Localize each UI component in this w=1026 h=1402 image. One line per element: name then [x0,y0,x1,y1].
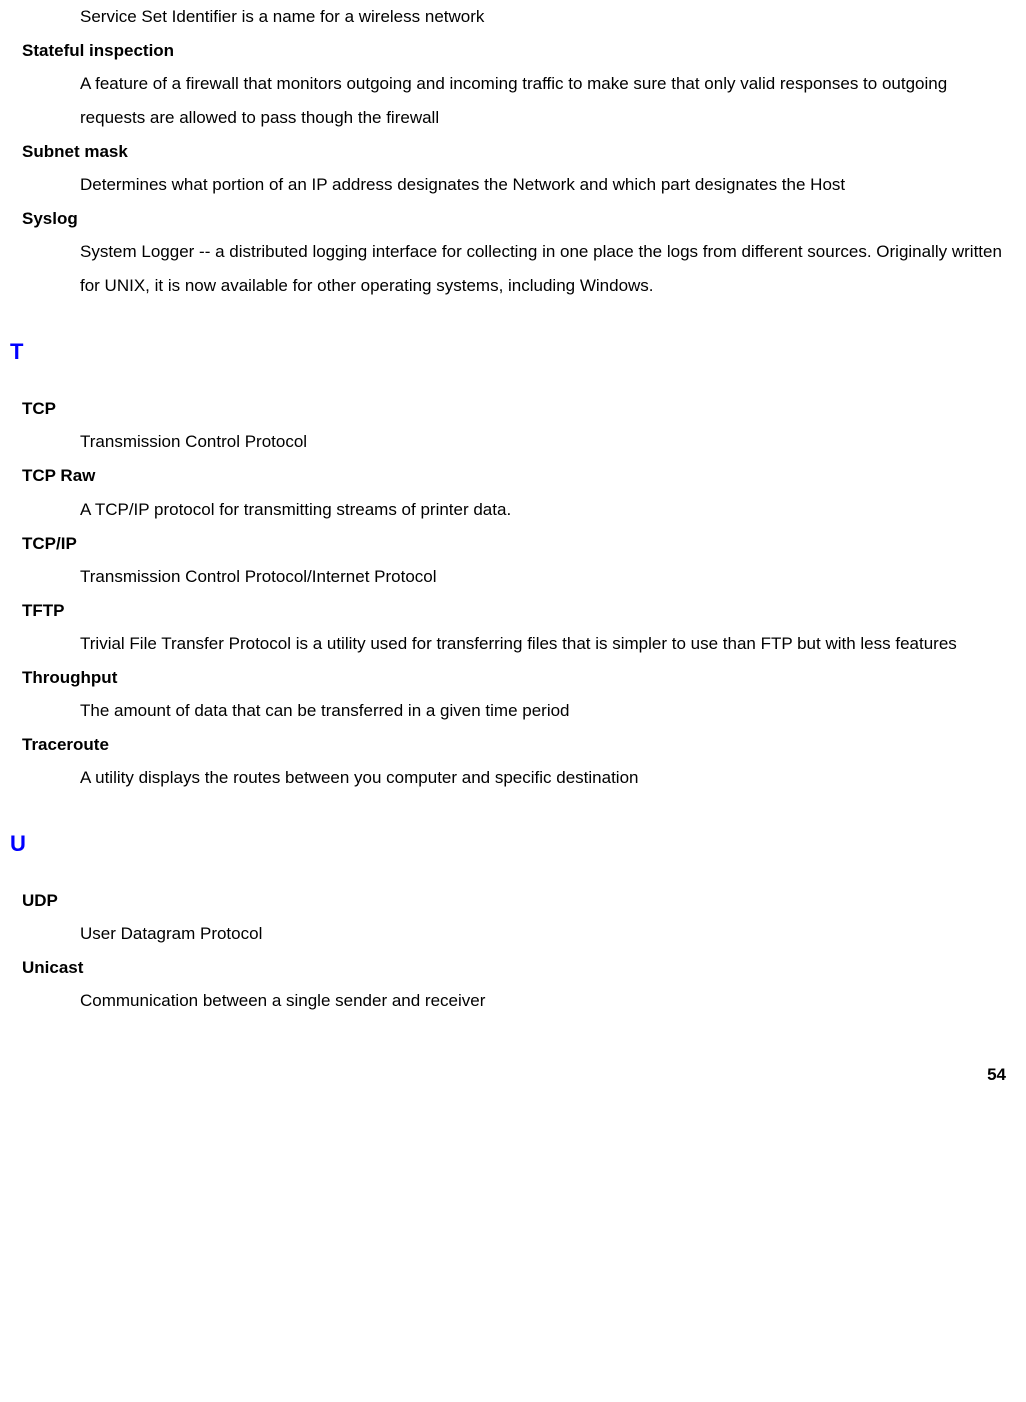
glossary-term: TCP [22,392,1008,425]
glossary-term: TFTP [22,594,1008,627]
glossary-definition: Communication between a single sender an… [80,984,1008,1018]
glossary-term: UDP [22,884,1008,917]
glossary-term: Syslog [22,202,1008,235]
glossary-definition: Trivial File Transfer Protocol is a util… [80,627,1008,661]
glossary-term: TCP/IP [22,527,1008,560]
glossary-definition: System Logger -- a distributed logging i… [80,235,1008,303]
glossary-definition: A feature of a firewall that monitors ou… [80,67,1008,135]
glossary-definition: A utility displays the routes between yo… [80,761,1008,795]
glossary-definition: Transmission Control Protocol/Internet P… [80,560,1008,594]
glossary-definition: Transmission Control Protocol [80,425,1008,459]
glossary-definition: Determines what portion of an IP address… [80,168,1008,202]
glossary-term: Unicast [22,951,1008,984]
glossary-definition: Service Set Identifier is a name for a w… [80,0,1008,34]
glossary-definition: User Datagram Protocol [80,917,1008,951]
glossary-definition: A TCP/IP protocol for transmitting strea… [80,493,1008,527]
section-heading-u: U [10,823,1008,866]
page-number: 54 [10,1058,1008,1091]
glossary-term: Throughput [22,661,1008,694]
glossary-term: Stateful inspection [22,34,1008,67]
glossary-definition: The amount of data that can be transferr… [80,694,1008,728]
glossary-term: Subnet mask [22,135,1008,168]
glossary-term: TCP Raw [22,459,1008,492]
glossary-term: Traceroute [22,728,1008,761]
section-heading-t: T [10,331,1008,374]
